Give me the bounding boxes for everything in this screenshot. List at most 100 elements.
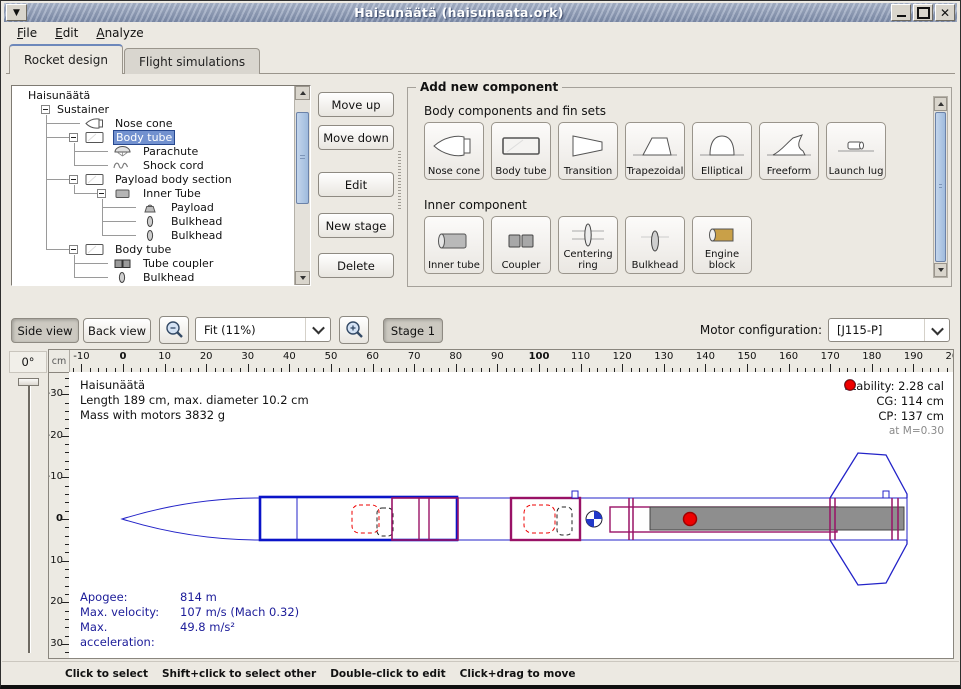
component-button-centeringring[interactable]: Centering ring xyxy=(558,216,618,274)
scroll-down-button[interactable] xyxy=(295,271,310,285)
tree-item-label: Body tube xyxy=(113,130,175,145)
component-button-elliptical[interactable]: Elliptical xyxy=(692,122,752,180)
ruler-label: 20 xyxy=(50,596,63,607)
tree-item[interactable]: Inner Tube xyxy=(12,187,295,201)
payload-icon xyxy=(138,201,162,214)
innertube-icon xyxy=(110,187,134,200)
tree-item[interactable]: Nose cone xyxy=(12,117,295,131)
tree-guide-line xyxy=(74,185,75,194)
component-button-label: Trapezoidal xyxy=(627,166,684,177)
rotation-slider-handle[interactable] xyxy=(18,378,39,386)
panel-scrollbar[interactable] xyxy=(933,96,948,278)
component-button-engineblock[interactable]: Engine block xyxy=(692,216,752,274)
component-button-coupler[interactable]: Coupler xyxy=(491,216,551,274)
zoom-in-button[interactable] xyxy=(339,316,369,344)
ruler-tick xyxy=(830,364,831,372)
bulkhead-icon xyxy=(138,229,162,242)
ruler-label: 20 xyxy=(200,351,213,362)
edit-button[interactable]: Edit xyxy=(318,172,394,197)
motor-configuration-value: [J115-P] xyxy=(829,323,924,337)
tree-item[interactable]: Bulkhead xyxy=(12,215,295,229)
stage-1-toggle[interactable]: Stage 1 xyxy=(383,318,443,343)
minimize-button[interactable] xyxy=(891,4,911,21)
scroll-down-button[interactable] xyxy=(934,263,947,277)
scroll-up-button[interactable] xyxy=(934,97,947,111)
ruler-tick xyxy=(62,644,69,645)
titlebar[interactable]: ▼ Haisunäätä (haisunaata.ork) ✕ xyxy=(4,3,957,22)
move-down-button[interactable]: Move down xyxy=(318,125,394,150)
ruler-label: -10 xyxy=(73,351,89,362)
rocket-canvas[interactable]: HaisunäätäLength 189 cm, max. diameter 1… xyxy=(69,372,953,658)
component-button-trapezoidal[interactable]: Trapezoidal xyxy=(625,122,685,180)
rocket-summary-line: Mass with motors 3832 g xyxy=(80,408,309,423)
tree-expander-icon[interactable] xyxy=(97,189,106,198)
ruler-tick xyxy=(581,364,582,372)
tree-guide-line xyxy=(46,123,80,124)
component-tree[interactable]: HaisunäätäSustainerNose coneBody tubePar… xyxy=(11,85,311,286)
tree-item[interactable]: Bulkhead xyxy=(12,271,295,285)
move-up-button[interactable]: Move up xyxy=(318,92,394,117)
cp-value: CP: 137 cm xyxy=(878,409,944,424)
tree-guide-line xyxy=(74,277,108,278)
tree-item[interactable]: Sustainer xyxy=(12,103,295,117)
tree-expander-icon[interactable] xyxy=(69,133,78,142)
tree-guide-line xyxy=(46,115,47,250)
tree-expander-icon[interactable] xyxy=(41,105,50,114)
ruler-tick xyxy=(664,364,665,372)
tree-item[interactable]: Parachute xyxy=(12,145,295,159)
tree-item[interactable]: Body tube xyxy=(12,243,295,257)
ruler-label: 200 xyxy=(945,351,953,362)
component-button-bulkhead[interactable]: Bulkhead xyxy=(625,216,685,274)
tree-item[interactable]: Payload body section xyxy=(12,173,295,187)
tab-flight-simulations[interactable]: Flight simulations xyxy=(124,48,260,74)
menu-item-analyze[interactable]: Analyze xyxy=(87,24,152,42)
component-button-innertube[interactable]: Inner tube xyxy=(424,216,484,274)
statusbar: Click to selectShift+click to select oth… xyxy=(2,661,959,685)
side-view-button[interactable]: Side view xyxy=(11,318,79,343)
zoom-out-button[interactable] xyxy=(159,316,189,344)
window-menu-icon[interactable]: ▼ xyxy=(6,4,27,21)
maximize-button[interactable] xyxy=(913,4,933,21)
scroll-up-button[interactable] xyxy=(295,86,310,100)
tree-item[interactable]: Haisunäätä xyxy=(12,89,295,103)
component-button-nosecone[interactable]: Nose cone xyxy=(424,122,484,180)
menu-item-edit[interactable]: Edit xyxy=(46,24,87,42)
tree-item[interactable]: Tube coupler xyxy=(12,257,295,271)
motor-configuration-select[interactable]: [J115-P] xyxy=(828,318,950,342)
tab-rocket-design[interactable]: Rocket design xyxy=(9,44,123,74)
ruler-tick xyxy=(747,364,748,372)
menu-item-file[interactable]: File xyxy=(8,24,46,42)
tree-expander-icon[interactable] xyxy=(69,175,78,184)
component-button-freeform[interactable]: Freeform xyxy=(759,122,819,180)
splitter-grip[interactable] xyxy=(398,151,401,211)
component-button-transition[interactable]: Transition xyxy=(558,122,618,180)
component-button-label: Bulkhead xyxy=(632,260,679,271)
tree-scrollbar[interactable] xyxy=(294,86,310,285)
component-button-label: Elliptical xyxy=(701,166,743,177)
motor-configuration-label: Motor configuration: xyxy=(700,323,822,337)
ruler-tick xyxy=(165,364,166,372)
back-view-button[interactable]: Back view xyxy=(83,318,151,343)
tree-item-label: Sustainer xyxy=(55,103,111,116)
component-button-label: Coupler xyxy=(502,260,541,271)
tree-item[interactable]: Payload xyxy=(12,201,295,215)
close-button[interactable]: ✕ xyxy=(935,4,955,21)
tree-expander-icon[interactable] xyxy=(69,245,78,254)
tree-item[interactable]: Bulkhead xyxy=(12,229,295,243)
panel-scrollbar-thumb[interactable] xyxy=(935,112,946,262)
ruler-label: 0 xyxy=(120,351,127,362)
add-component-panel: Add new component Body components and fi… xyxy=(407,87,952,287)
tree-item[interactable]: Shock cord xyxy=(12,159,295,173)
rotation-slider-track[interactable] xyxy=(28,385,30,653)
zoom-level-select[interactable]: Fit (11%) xyxy=(195,317,331,342)
component-button-bodytube[interactable]: Body tube xyxy=(491,122,551,180)
delete-button[interactable]: Delete xyxy=(318,253,394,278)
tree-item-label: Bulkhead xyxy=(169,215,224,228)
tree-item[interactable]: Body tube xyxy=(12,131,295,145)
tree-scrollbar-thumb[interactable] xyxy=(296,112,309,204)
new-stage-button[interactable]: New stage xyxy=(318,213,394,238)
component-button-launchlug[interactable]: Launch lug xyxy=(826,122,886,180)
launch-lug-shape xyxy=(883,491,889,498)
tree-item-label: Shock cord xyxy=(141,159,206,172)
dropdown-arrow xyxy=(924,319,949,341)
